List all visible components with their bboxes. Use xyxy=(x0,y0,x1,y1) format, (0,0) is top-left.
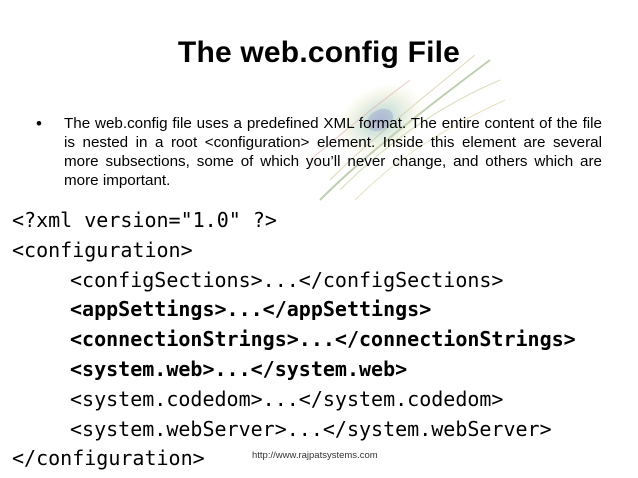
code-line: <configSections>...</configSections> xyxy=(70,267,504,292)
code-block: <?xml version="1.0" ?> <configuration> <co… xyxy=(12,206,632,474)
footer-url[interactable]: http://www.rajpatsystems.com xyxy=(252,450,378,461)
code-line: <system.webServer>...</system.webServer> xyxy=(70,416,552,441)
code-line: <appSettings>...</appSettings> xyxy=(70,297,432,322)
slide: The web.config File • The web.config fil… xyxy=(0,0,638,478)
code-line: <system.codedom>...</system.codedom> xyxy=(70,386,504,411)
code-line: <system.web>...</system.web> xyxy=(70,356,408,381)
code-line: <connectionStrings>...</connectionString… xyxy=(70,327,576,352)
code-line: <?xml version="1.0" ?> xyxy=(12,208,277,232)
code-line: <configuration> xyxy=(12,237,193,262)
bullet-marker: • xyxy=(36,114,42,133)
page-title: The web.config File xyxy=(177,36,461,69)
bullet-text: The web.config file uses a predefined XM… xyxy=(64,115,602,189)
